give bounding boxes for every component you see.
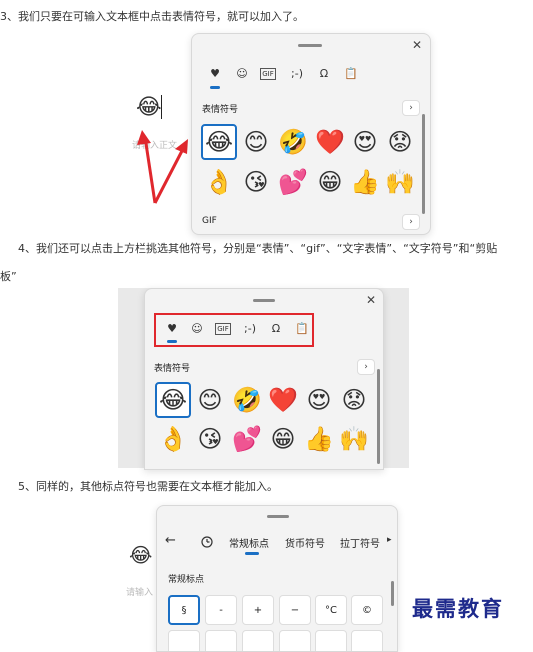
back-arrow-icon[interactable]: ←	[165, 533, 176, 548]
symbol-cell[interactable]: °C	[315, 595, 347, 625]
emoji-cell[interactable]: 👌	[201, 164, 237, 200]
symbol-cell[interactable]	[205, 630, 237, 651]
emoji-cell[interactable]: 😟	[336, 382, 372, 418]
step4-text-line1: 4、我们还可以点击上方栏挑选其他符号，分别是“表情”、“gif”、“文字表情”、…	[18, 242, 498, 255]
section-title-emoji: 表情符号	[154, 364, 191, 374]
emoji-cell[interactable]: 😂	[201, 124, 237, 160]
section-title-gif: GIF	[202, 216, 217, 226]
more-arrow-icon[interactable]: ›	[357, 359, 375, 375]
emoji-cell[interactable]: 😊	[238, 124, 274, 160]
symbol-cell[interactable]: §	[168, 595, 200, 625]
tab-gif-icon[interactable]: GIF	[260, 68, 276, 80]
scrollbar[interactable]	[377, 369, 380, 464]
watermark-logo: 最需教育	[412, 596, 504, 621]
text-caret	[161, 95, 162, 119]
symbol-cell[interactable]: −	[279, 595, 311, 625]
step3-text: 3、我们只要在可输入文本框中点击表情符号，就可以加入了。	[0, 10, 304, 23]
emoji-cell[interactable]: 👍	[347, 164, 383, 200]
more-arrow-icon[interactable]: ›	[402, 100, 420, 116]
arrow-head-left	[137, 130, 151, 145]
tab-emoji-heart-icon[interactable]: ♥	[206, 64, 224, 82]
emoji-cell[interactable]: 💕	[229, 421, 265, 457]
emoji-cell[interactable]: 🤣	[229, 382, 265, 418]
emoji-panel-1: ✕ ♥ ☺ GIF ;-) Ω 📋 表情符号 › 😂 😊 🤣 ❤️ 😍 😟 👌 …	[191, 33, 431, 235]
tabs-next-icon[interactable]: ▸	[387, 535, 392, 545]
section-title-emoji: 表情符号	[202, 105, 239, 115]
emoji-cell[interactable]: 🙌	[382, 164, 418, 200]
emoji-cell[interactable]: ❤️	[312, 124, 348, 160]
emoji-cell[interactable]: 😘	[238, 164, 274, 200]
emoji-cell[interactable]: 😂	[155, 382, 191, 418]
tab-emoji-heart-icon[interactable]: ♥	[163, 319, 181, 337]
emoji-cell[interactable]: 😁	[312, 164, 348, 200]
emoji-cell[interactable]: 👌	[155, 421, 191, 457]
tab-smiley-icon[interactable]: ☺	[233, 64, 251, 82]
recent-clock-icon[interactable]	[201, 536, 213, 548]
inserted-emoji: 😂	[136, 95, 162, 120]
tab-gif-icon[interactable]: GIF	[215, 323, 231, 335]
emoji-cell[interactable]: 👍	[301, 421, 337, 457]
more-arrow-icon[interactable]: ›	[402, 214, 420, 230]
symbol-panel: ← 常规标点 货币符号 拉丁符号 ▸ 常规标点 § - + − °C ©	[156, 505, 398, 652]
tab-kaomoji-icon[interactable]: ;-)	[241, 319, 259, 337]
symbol-cell[interactable]: +	[242, 595, 274, 625]
tab-currency-symbols[interactable]: 货币符号	[285, 535, 325, 550]
tab-smiley-icon[interactable]: ☺	[188, 319, 206, 337]
tab-general-punctuation[interactable]: 常规标点	[229, 535, 269, 550]
section-title-punctuation: 常规标点	[168, 575, 205, 585]
symbol-cell[interactable]	[351, 630, 383, 651]
tab-symbols-icon[interactable]: Ω	[267, 319, 285, 337]
active-tab-indicator	[245, 552, 259, 555]
emoji-cell[interactable]: 💕	[275, 164, 311, 200]
active-tab-indicator	[167, 340, 177, 343]
close-icon[interactable]: ✕	[412, 38, 422, 52]
symbol-cell[interactable]: ©	[351, 595, 383, 625]
drag-handle[interactable]	[253, 299, 275, 302]
active-tab-indicator	[210, 86, 220, 89]
symbol-cell[interactable]	[279, 630, 311, 651]
emoji-cell[interactable]: 😍	[301, 382, 337, 418]
red-arrows	[137, 130, 188, 204]
step4-text-line2: 板”	[0, 270, 17, 283]
tab-symbols-icon[interactable]: Ω	[315, 64, 333, 82]
inserted-emoji: 😂	[129, 543, 153, 567]
drag-handle[interactable]	[267, 515, 289, 518]
emoji-panel-2: ✕ ♥ ☺ GIF ;-) Ω 📋 表情符号 › 😂 😊 🤣 ❤️ 😍 😟 👌 …	[144, 288, 384, 470]
emoji-cell[interactable]: 😊	[192, 382, 228, 418]
tab-clipboard-icon[interactable]: 📋	[293, 319, 311, 337]
symbol-cell[interactable]	[168, 630, 200, 651]
scrollbar[interactable]	[391, 581, 394, 606]
drag-handle[interactable]	[298, 44, 322, 47]
close-icon[interactable]: ✕	[366, 293, 376, 307]
symbol-cell[interactable]	[242, 630, 274, 651]
scrollbar[interactable]	[422, 114, 425, 214]
emoji-cell[interactable]: ❤️	[265, 382, 301, 418]
emoji-cell[interactable]: 😟	[382, 124, 418, 160]
input-placeholder: 请输入	[126, 588, 154, 598]
symbol-cell[interactable]: -	[205, 595, 237, 625]
symbol-cell[interactable]	[315, 630, 347, 651]
emoji-cell[interactable]: 🤣	[275, 124, 311, 160]
tab-clipboard-icon[interactable]: 📋	[342, 64, 360, 82]
step5-text: 5、同样的，其他标点符号也需要在文本框才能加入。	[18, 480, 278, 493]
emoji-cell[interactable]: 😘	[192, 421, 228, 457]
tab-latin-symbols[interactable]: 拉丁符号	[340, 535, 380, 550]
tab-kaomoji-icon[interactable]: ;-)	[288, 64, 306, 82]
emoji-cell[interactable]: 😁	[265, 421, 301, 457]
emoji-cell[interactable]: 😍	[347, 124, 383, 160]
emoji-cell[interactable]: 🙌	[336, 421, 372, 457]
